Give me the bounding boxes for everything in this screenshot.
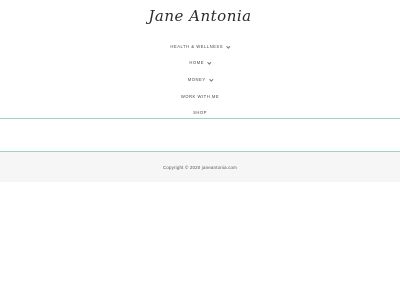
nav-item-health-wellness[interactable]: HEALTH & WELLNESS [0,38,400,55]
copyright-text: Copyright © 2020 janeantonia.com [162,164,238,170]
nav-item-label: HEALTH & WELLNESS [170,43,224,49]
nav-item-label: HOME [189,60,204,66]
chevron-down-icon [226,43,231,48]
chevron-down-icon [209,77,213,81]
main-navigation: HEALTH & WELLNESS HOME MONEY WORK WITH M… [0,38,400,121]
nav-item-home[interactable]: HOME [0,55,400,72]
nav-item-label: MONEY [187,76,206,82]
chevron-down-icon [207,60,212,65]
nav-item-label: WORK WITH ME [180,93,220,99]
nav-item-label: SHOP [193,110,207,116]
page-background [0,182,400,300]
content-band [0,119,400,151]
nav-item-work-with-me[interactable]: WORK WITH ME [0,88,400,105]
page: Jane Antonia HEALTH & WELLNESS HOME MONE… [0,0,400,300]
nav-item-money[interactable]: MONEY [0,71,400,88]
site-header: Jane Antonia HEALTH & WELLNESS HOME MONE… [0,0,400,120]
site-logo[interactable]: Jane Antonia [0,4,400,28]
site-footer: Copyright © 2020 janeantonia.com [0,152,400,182]
